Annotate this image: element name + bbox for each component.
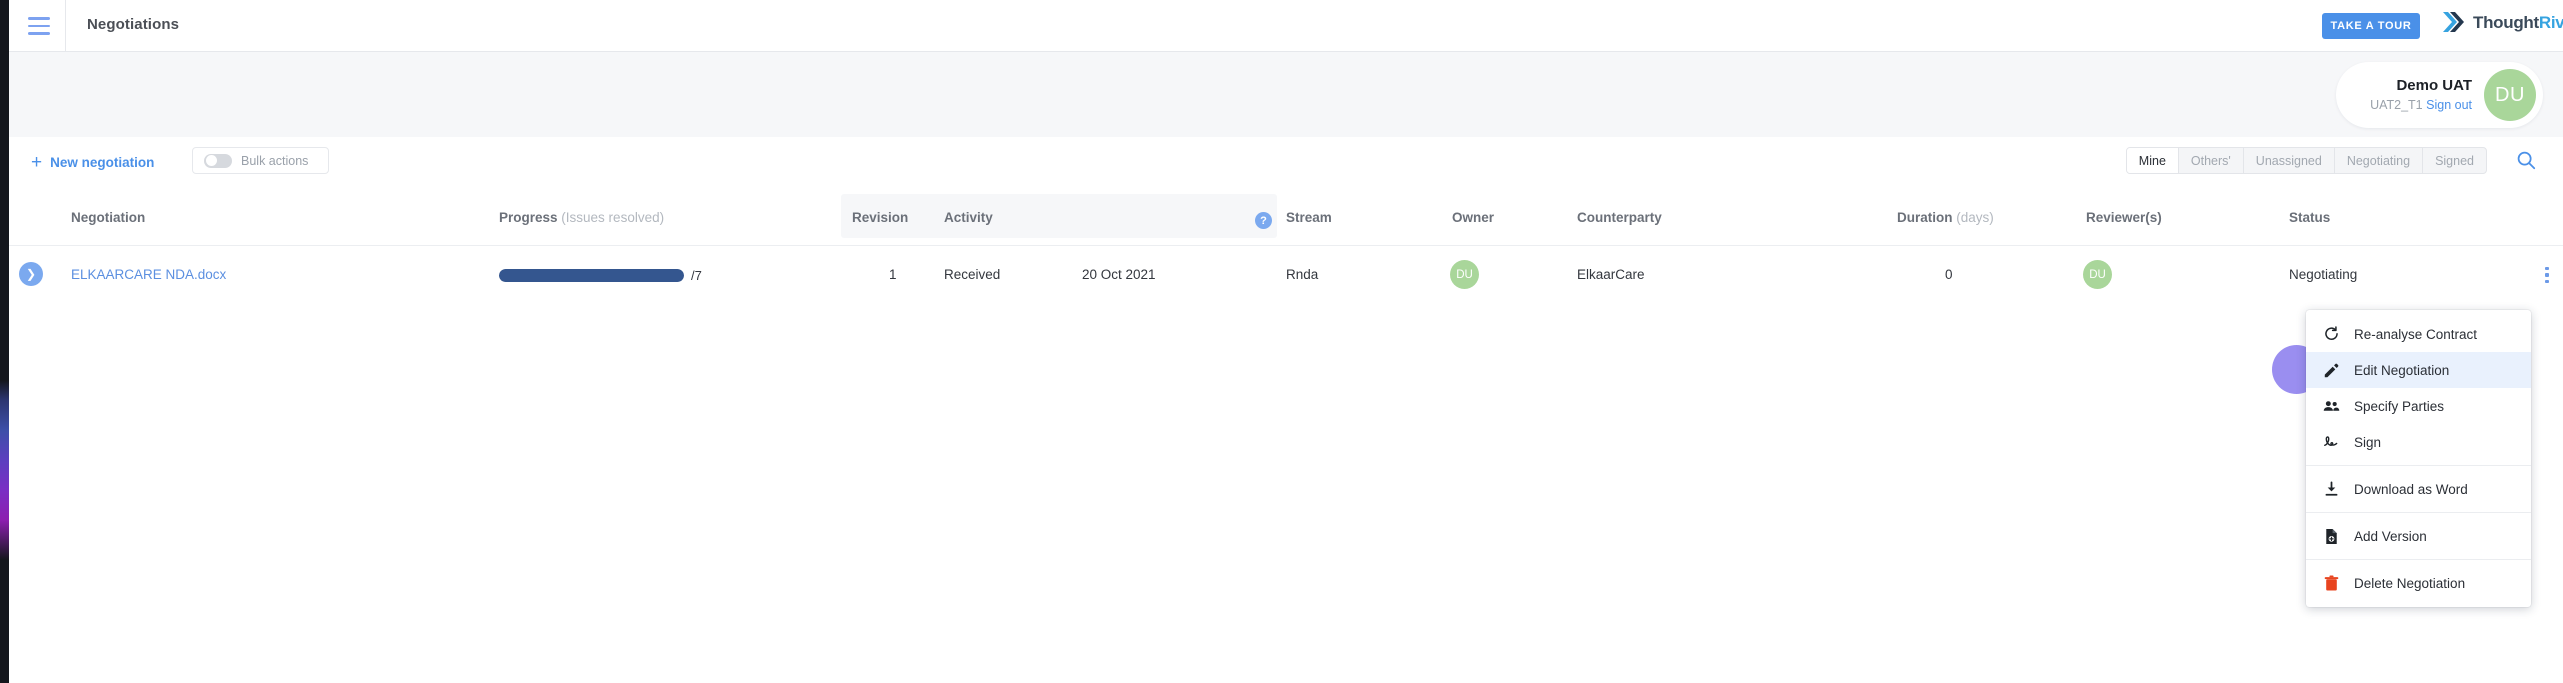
progress-indicator: /7	[499, 268, 702, 283]
help-icon[interactable]: ?	[1255, 212, 1272, 229]
thoughtriver-logo: ThoughtRiver™	[2441, 10, 2563, 34]
owner-avatar[interactable]: DU	[1450, 260, 1479, 289]
add-file-icon	[2322, 527, 2341, 546]
reviewer-avatar[interactable]: DU	[2083, 260, 2112, 289]
column-header-stream[interactable]: Stream	[1286, 210, 1332, 225]
logo-text-river: River	[2538, 12, 2563, 32]
account-text: Demo UAT UAT2_T1 Sign out	[2370, 76, 2472, 113]
progress-label: /7	[691, 268, 702, 283]
context-menu-item-edit-negotiation[interactable]: Edit Negotiation	[2306, 352, 2531, 388]
logo-chevron-icon	[2443, 12, 2464, 32]
action-toolbar: + New negotiation Bulk actions Mine Other…	[9, 137, 2563, 190]
logo-text-thought: Thought	[2473, 12, 2539, 32]
filter-tabs: Mine Others' Unassigned Negotiating Signed	[2125, 147, 2487, 174]
context-menu-item-label: Edit Negotiation	[2354, 362, 2450, 378]
column-header-duration-label: Duration	[1897, 210, 1953, 225]
context-menu-item-label: Add Version	[2354, 528, 2427, 544]
column-header-progress[interactable]: Progress (Issues resolved)	[499, 210, 664, 225]
context-menu-item-label: Download as Word	[2354, 481, 2468, 497]
negotiations-table: Negotiation Progress (Issues resolved) R…	[9, 190, 2563, 302]
context-menu-item-label: Delete Negotiation	[2354, 575, 2466, 591]
people-icon	[2322, 397, 2341, 416]
hamburger-icon[interactable]	[18, 14, 60, 38]
account-subline: UAT2_T1 Sign out	[2370, 97, 2472, 114]
chevron-right-icon[interactable]: ❯	[19, 262, 43, 286]
download-icon	[2322, 480, 2341, 499]
row-actions-kebab-icon[interactable]	[2539, 264, 2555, 286]
pencil-icon	[2322, 361, 2341, 380]
context-menu-separator	[2306, 512, 2531, 513]
account-name: Demo UAT	[2396, 77, 2472, 95]
column-header-negotiation[interactable]: Negotiation	[71, 210, 145, 225]
cell-duration: 0	[1945, 267, 1953, 282]
table-header-row: Negotiation Progress (Issues resolved) R…	[9, 190, 2563, 246]
column-header-reviewers[interactable]: Reviewer(s)	[2086, 210, 2162, 225]
new-negotiation-button[interactable]: + New negotiation	[31, 153, 154, 172]
left-rail-gradient	[0, 0, 9, 683]
column-header-duration[interactable]: Duration (days)	[1897, 210, 1994, 225]
cell-revision: 1	[889, 267, 897, 282]
toggle-switch[interactable]	[204, 153, 232, 168]
top-bar: Negotiations TAKE A TOUR ThoughtRiver™	[9, 0, 2563, 52]
account-tenant: UAT2_T1	[2370, 97, 2423, 112]
avatar[interactable]: DU	[2484, 69, 2536, 121]
take-a-tour-button[interactable]: TAKE A TOUR	[2322, 13, 2420, 39]
context-menu-item-add-version[interactable]: Add Version	[2306, 518, 2531, 554]
account-card[interactable]: Demo UAT UAT2_T1 Sign out DU	[2336, 62, 2543, 128]
context-menu-item-delete-negotiation[interactable]: Delete Negotiation	[2306, 565, 2531, 601]
progress-fill	[499, 269, 684, 282]
context-menu-item-label: Re-analyse Contract	[2354, 326, 2478, 342]
cell-stream: Rnda	[1286, 267, 1319, 282]
new-negotiation-label: New negotiation	[50, 155, 155, 170]
account-strip: Demo UAT UAT2_T1 Sign out DU	[9, 52, 2563, 137]
refresh-icon	[2322, 325, 2341, 344]
column-header-activity[interactable]: Activity	[944, 210, 993, 225]
row-context-menu: Re-analyse Contract Edit Negotiation Speci…	[2306, 310, 2531, 607]
progress-track	[499, 269, 684, 282]
page-title: Negotiations	[87, 16, 180, 33]
status-badge: Negotiating	[2289, 267, 2358, 282]
context-menu-item-re-analyse-contract[interactable]: Re-analyse Contract	[2306, 316, 2531, 352]
column-header-revision[interactable]: Revision	[852, 210, 908, 225]
filter-tab-negotiating[interactable]: Negotiating	[2335, 148, 2424, 173]
bulk-actions-toggle[interactable]: Bulk actions	[192, 147, 329, 174]
column-header-progress-label: Progress	[499, 210, 558, 225]
negotiation-name-link[interactable]: ELKAARCARE NDA.docx	[71, 267, 226, 282]
context-menu-separator	[2306, 559, 2531, 560]
left-rail	[0, 0, 9, 683]
plus-icon: +	[31, 152, 43, 173]
signature-icon	[2322, 433, 2341, 452]
filter-tab-others[interactable]: Others'	[2179, 148, 2244, 173]
column-header-duration-sub: (days)	[1956, 210, 1994, 225]
trash-icon	[2322, 574, 2341, 593]
column-header-counterparty[interactable]: Counterparty	[1577, 210, 1662, 225]
logo-wordmark: ThoughtRiver™	[2473, 14, 2563, 31]
cell-counterparty: ElkaarCare	[1577, 267, 1645, 282]
filter-tab-mine[interactable]: Mine	[2126, 148, 2179, 173]
context-menu-item-specify-parties[interactable]: Specify Parties	[2306, 388, 2531, 424]
context-menu-item-label: Specify Parties	[2354, 398, 2445, 414]
filter-tab-signed[interactable]: Signed	[2423, 148, 2486, 173]
search-icon[interactable]	[2515, 149, 2537, 171]
column-header-owner[interactable]: Owner	[1452, 210, 1494, 225]
table-row[interactable]: ❯ ELKAARCARE NDA.docx /7 1 Received 20 O…	[9, 246, 2563, 302]
context-menu-item-download-as-word[interactable]: Download as Word	[2306, 471, 2531, 507]
topbar-divider	[65, 0, 66, 52]
negotiations-app: Negotiations TAKE A TOUR ThoughtRiver™ D…	[0, 0, 2563, 683]
context-menu-item-sign[interactable]: Sign	[2306, 424, 2531, 460]
bulk-actions-label: Bulk actions	[241, 153, 309, 168]
filter-tab-unassigned[interactable]: Unassigned	[2244, 148, 2335, 173]
cell-activity: Received	[944, 267, 1001, 282]
column-header-progress-sub: (Issues resolved)	[561, 210, 665, 225]
context-menu-separator	[2306, 465, 2531, 466]
sign-out-link[interactable]: Sign out	[2426, 98, 2472, 112]
cell-activity-date: 20 Oct 2021	[1082, 267, 1156, 282]
context-menu-item-label: Sign	[2354, 434, 2382, 450]
column-header-status[interactable]: Status	[2289, 210, 2330, 225]
